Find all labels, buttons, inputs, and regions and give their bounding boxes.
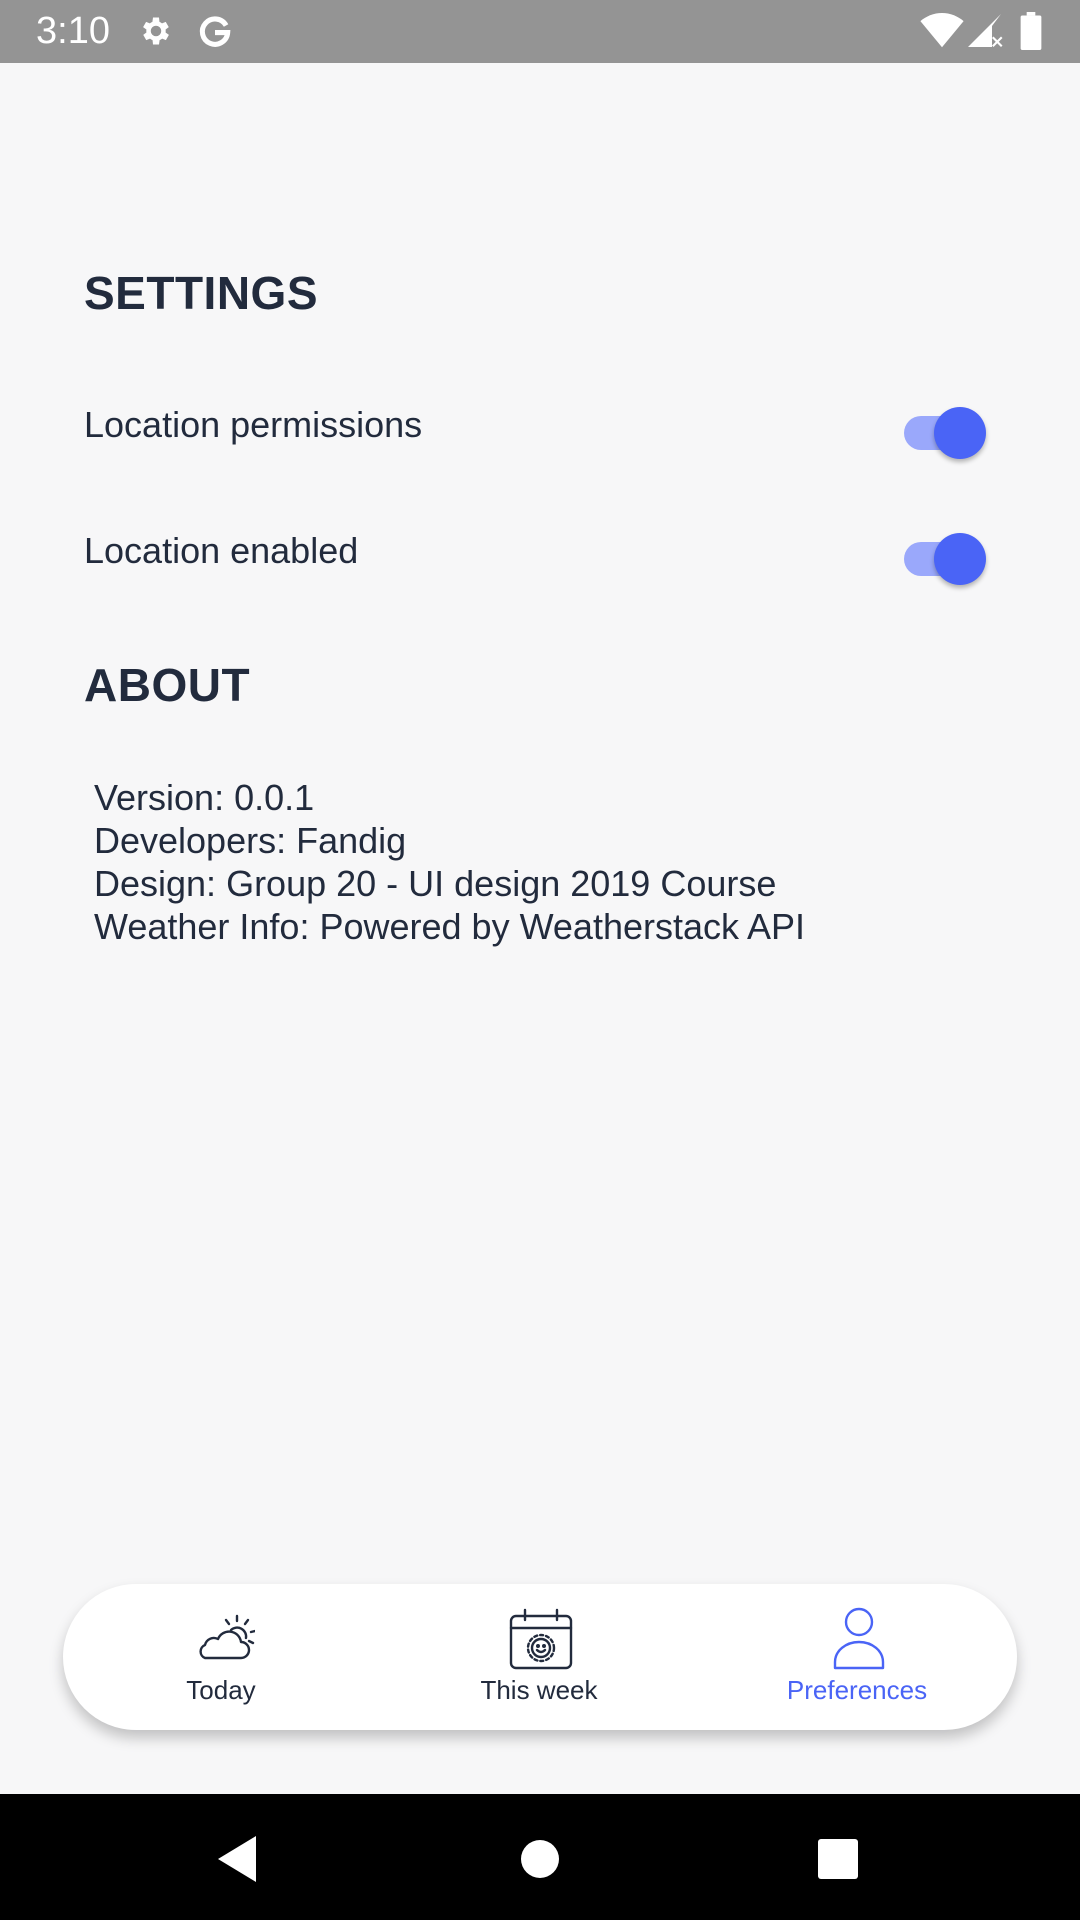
signal-icon bbox=[968, 14, 1003, 47]
person-icon bbox=[833, 1607, 885, 1670]
wifi-icon bbox=[920, 13, 964, 48]
version-text: Version: 0.0.1 bbox=[94, 777, 315, 818]
google-icon bbox=[199, 16, 231, 47]
weather-info-text: Weather Info: Powered by Weatherstack AP… bbox=[94, 906, 806, 947]
setting-row-location-permissions: Location permissions bbox=[84, 380, 996, 470]
nav-label-today: Today bbox=[186, 1675, 256, 1705]
location-enabled-label: Location enabled bbox=[84, 530, 359, 571]
battery-icon bbox=[1020, 12, 1042, 50]
nav-label-preferences: Preferences bbox=[786, 1675, 928, 1705]
nav-item-this-week[interactable]: This week bbox=[409, 1584, 669, 1730]
gear-icon bbox=[143, 17, 169, 45]
design-text: Design: Group 20 - UI design 2019 Course bbox=[94, 863, 777, 904]
nav-item-preferences[interactable]: Preferences bbox=[727, 1584, 987, 1730]
developers-text: Developers: Fandig bbox=[94, 820, 407, 861]
about-heading: ABOUT bbox=[84, 659, 251, 711]
setting-row-location-enabled: Location enabled bbox=[84, 506, 996, 596]
recents-icon[interactable] bbox=[803, 1824, 873, 1894]
location-permissions-label: Location permissions bbox=[84, 404, 423, 445]
status-time: 3:10 bbox=[36, 10, 110, 52]
location-permissions-toggle[interactable] bbox=[904, 402, 988, 459]
calendar-icon bbox=[509, 1608, 573, 1670]
location-enabled-toggle[interactable] bbox=[904, 528, 988, 585]
toggle-thumb bbox=[934, 407, 986, 459]
settings-heading: SETTINGS bbox=[84, 267, 319, 319]
system-navigation-bar bbox=[0, 1794, 1080, 1920]
bottom-navigation: Today This week Preferences bbox=[63, 1584, 1017, 1730]
nav-label-this-week: This week bbox=[480, 1675, 598, 1705]
nav-item-today[interactable]: Today bbox=[91, 1584, 351, 1730]
about-info: Version: 0.0.1 Developers: Fandig Design… bbox=[94, 776, 805, 948]
preferences-screen: 3:10 SETTINGS Location permissions Locat… bbox=[0, 0, 1080, 1920]
home-icon[interactable] bbox=[505, 1824, 575, 1894]
cloud-sun-icon bbox=[199, 1614, 255, 1660]
toggle-thumb bbox=[934, 533, 986, 585]
back-icon[interactable] bbox=[204, 1824, 274, 1894]
status-bar: 3:10 bbox=[0, 0, 1080, 63]
